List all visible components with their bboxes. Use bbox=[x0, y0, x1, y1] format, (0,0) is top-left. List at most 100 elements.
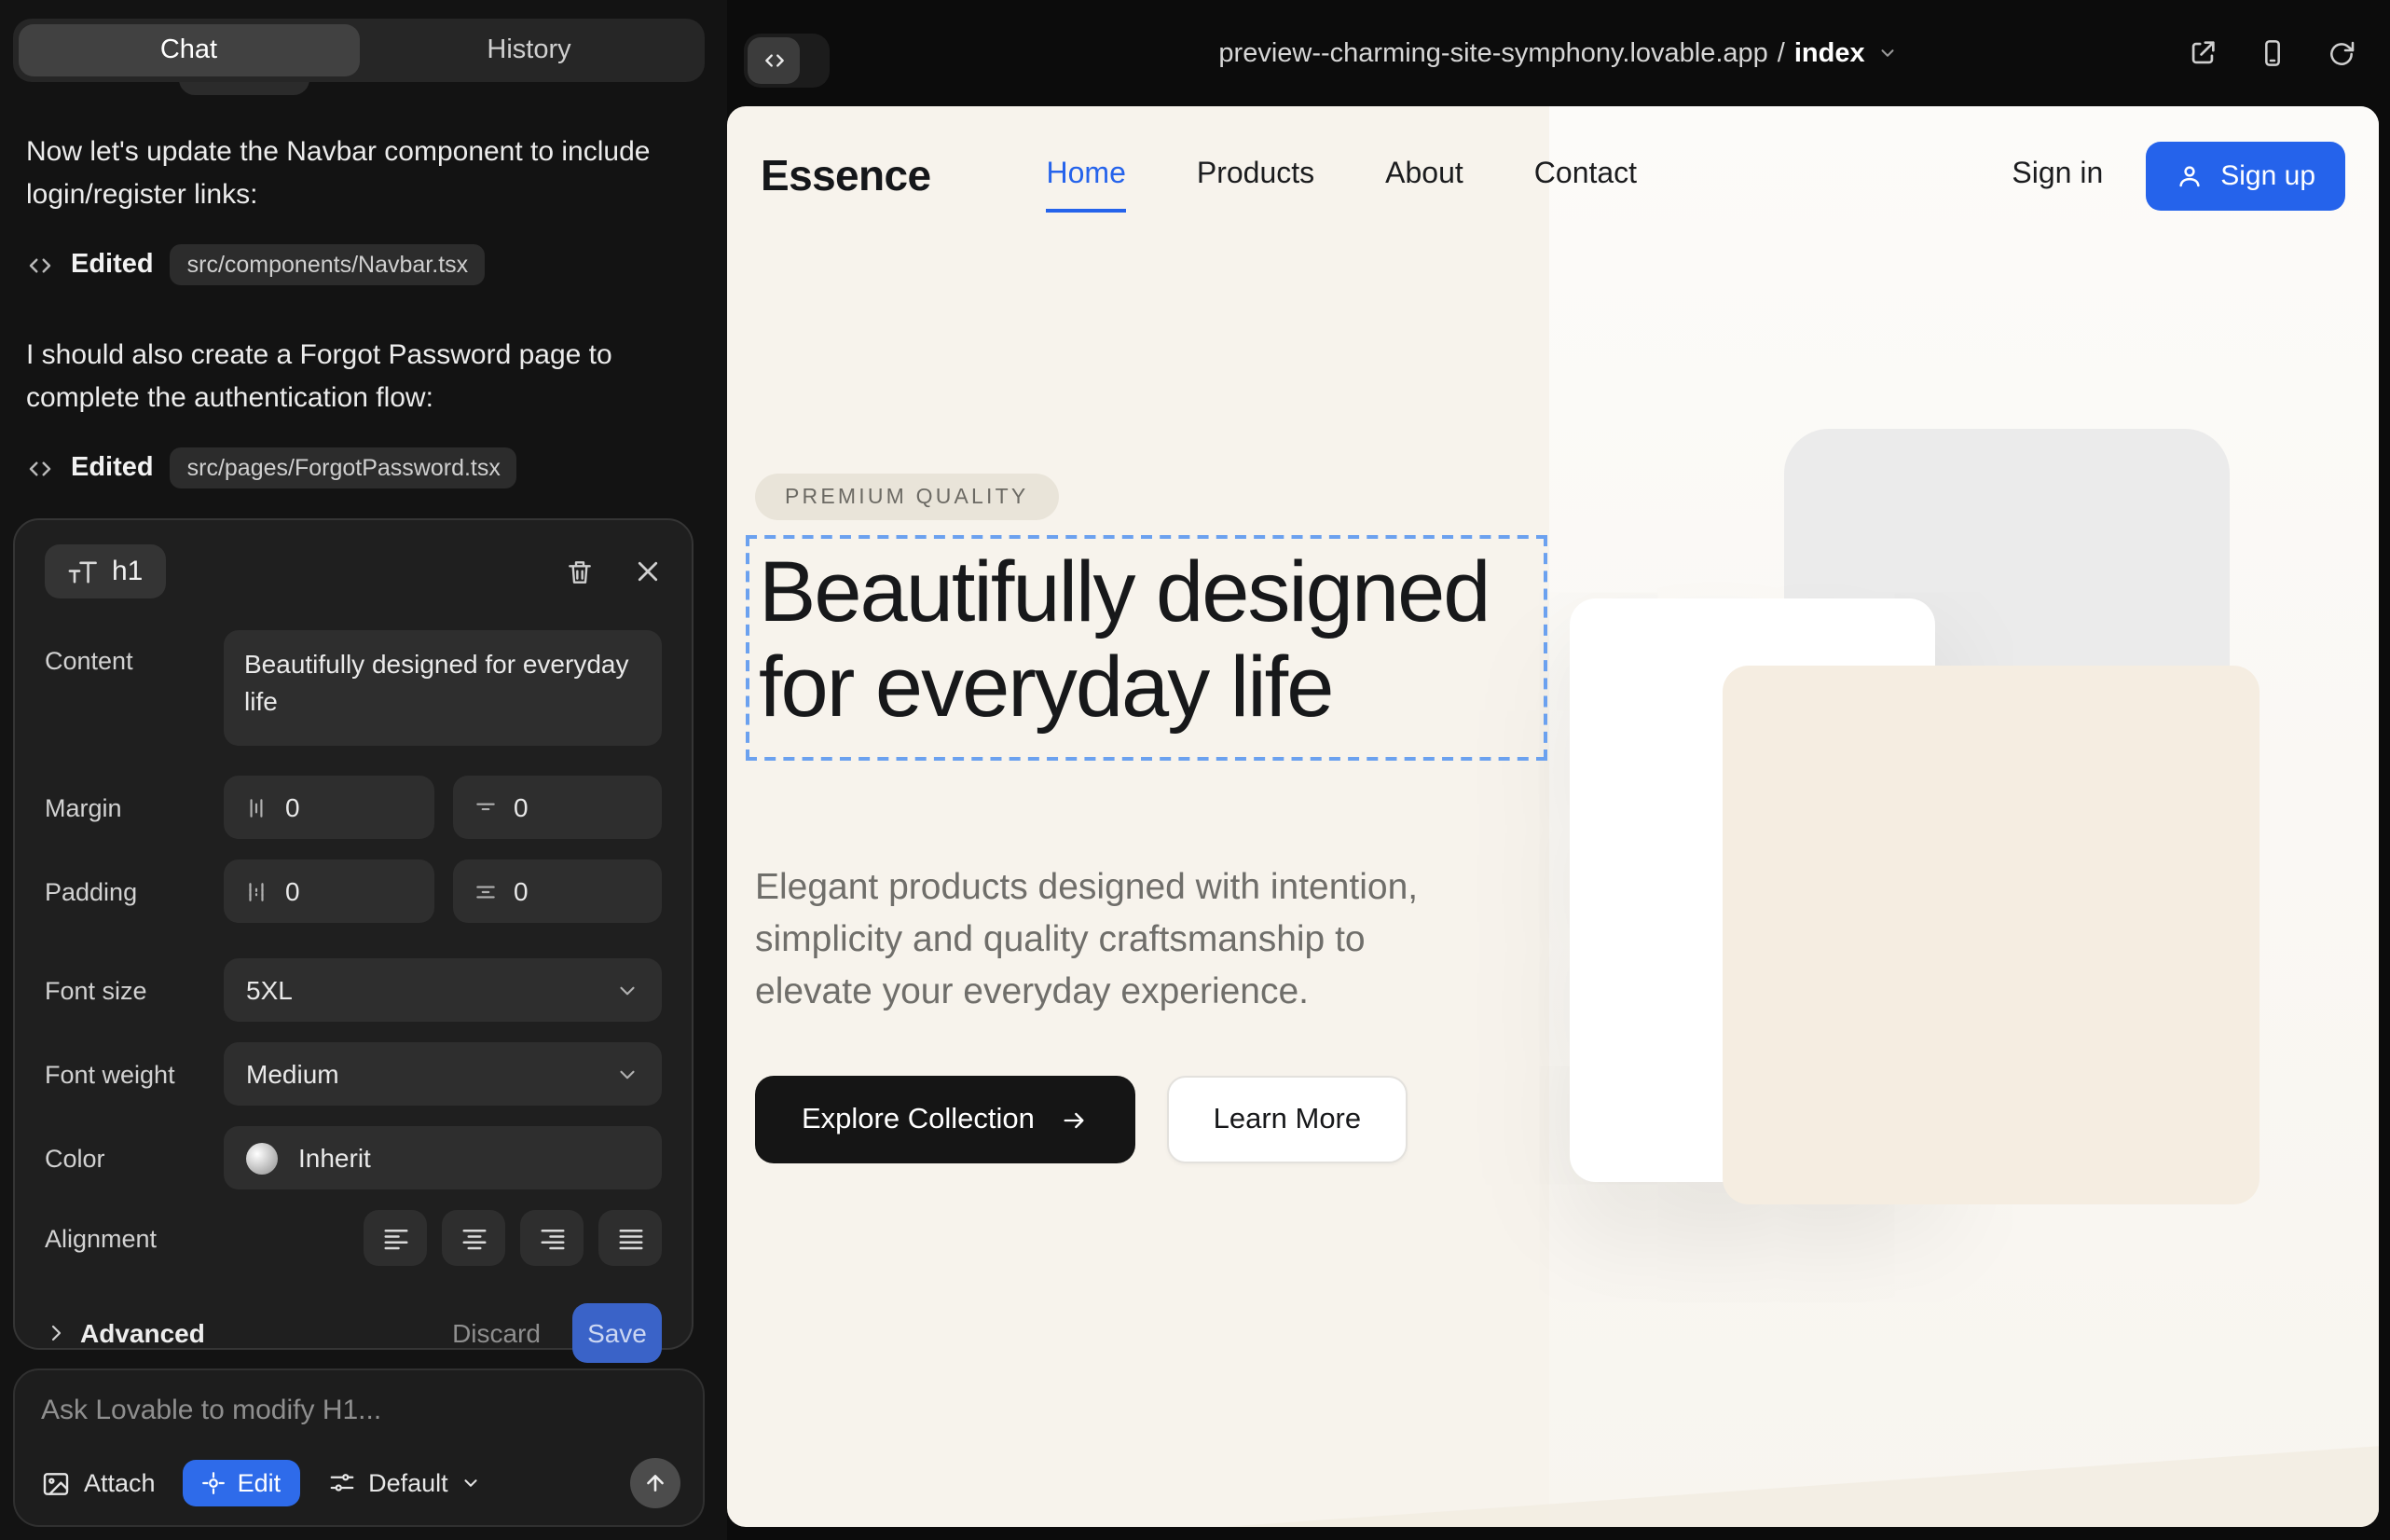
edited-file-row[interactable]: Edited src/pages/ForgotPassword.tsx bbox=[26, 447, 701, 488]
mobile-icon[interactable] bbox=[2258, 37, 2287, 69]
tab-history[interactable]: History bbox=[359, 24, 699, 76]
editor-header: h1 bbox=[45, 544, 662, 598]
edited-file-row[interactable]: Edited src/components/Navbar.tsx bbox=[26, 244, 701, 285]
nav-link-contact[interactable]: Contact bbox=[1534, 158, 1637, 192]
chevron-down-icon bbox=[1878, 43, 1899, 63]
explore-collection-label: Explore Collection bbox=[802, 1103, 1035, 1136]
code-icon bbox=[26, 251, 54, 279]
file-path-badge[interactable]: src/components/Navbar.tsx bbox=[171, 244, 486, 285]
align-left-icon bbox=[381, 1226, 409, 1250]
padding-label: Padding bbox=[45, 876, 224, 906]
attach-label: Attach bbox=[84, 1469, 156, 1497]
color-swatch bbox=[246, 1142, 278, 1174]
site-preview: Essence Home Products About Contact Sign… bbox=[727, 106, 2379, 1527]
padding-y-input[interactable]: 0 bbox=[452, 859, 662, 923]
learn-more-button[interactable]: Learn More bbox=[1167, 1076, 1408, 1163]
default-label: Default bbox=[368, 1469, 448, 1497]
font-size-row: Font size 5XL bbox=[45, 958, 662, 1022]
nav-link-about[interactable]: About bbox=[1385, 158, 1463, 192]
chat-composer: Attach Edit Default bbox=[13, 1368, 705, 1527]
edited-label: Edited bbox=[71, 250, 154, 280]
font-weight-select[interactable]: Medium bbox=[224, 1042, 662, 1106]
discard-button[interactable]: Discard bbox=[452, 1318, 541, 1348]
arrow-right-icon bbox=[1059, 1107, 1089, 1133]
content-label: Content bbox=[45, 630, 224, 675]
padding-y-value: 0 bbox=[514, 876, 529, 906]
refresh-icon[interactable] bbox=[2327, 38, 2356, 68]
padding-x-icon bbox=[244, 879, 268, 903]
align-center-button[interactable] bbox=[442, 1210, 505, 1266]
align-left-button[interactable] bbox=[364, 1210, 427, 1266]
sign-up-label: Sign up bbox=[2220, 159, 2315, 191]
file-path-badge[interactable]: src/pages/ForgotPassword.tsx bbox=[171, 447, 517, 488]
chat-messages: Now let's update the Navbar component to… bbox=[0, 82, 727, 488]
lovable-app: Chat History Now let's update the Navbar… bbox=[0, 0, 2390, 1540]
nav-links: Home Products About Contact bbox=[1047, 158, 1638, 192]
color-row: Color Inherit bbox=[45, 1126, 662, 1189]
send-button[interactable] bbox=[630, 1458, 680, 1508]
sliders-icon bbox=[327, 1469, 355, 1497]
margin-y-icon bbox=[473, 795, 497, 819]
url-separator: / bbox=[1778, 38, 1785, 68]
text-icon bbox=[67, 558, 97, 584]
nav-auth: Sign in Sign up bbox=[2012, 141, 2345, 210]
code-icon bbox=[26, 454, 54, 482]
image-icon bbox=[41, 1468, 71, 1498]
color-picker[interactable]: Inherit bbox=[224, 1126, 662, 1189]
padding-x-value: 0 bbox=[285, 876, 300, 906]
align-justify-icon bbox=[616, 1226, 644, 1250]
padding-x-input[interactable]: 0 bbox=[224, 859, 433, 923]
hero-heading[interactable]: Beautifully designed for everyday life bbox=[759, 544, 1544, 735]
model-selector[interactable]: Default bbox=[327, 1469, 482, 1497]
edit-label: Edit bbox=[238, 1469, 282, 1497]
preview-topbar: preview--charming-site-symphony.lovable.… bbox=[727, 0, 2390, 106]
content-input[interactable]: Beautifully designed for everyday life bbox=[224, 630, 662, 746]
hero-section: PREMIUM QUALITY Beautifully designed for… bbox=[727, 106, 2379, 1527]
chevron-down-icon bbox=[615, 978, 639, 1002]
site-navbar: Essence Home Products About Contact Sign… bbox=[727, 106, 2379, 244]
url-bar[interactable]: preview--charming-site-symphony.lovable.… bbox=[727, 0, 2390, 106]
preview-url: preview--charming-site-symphony.lovable.… bbox=[1218, 38, 1767, 68]
attach-button[interactable]: Attach bbox=[41, 1468, 156, 1498]
chat-history-tabs: Chat History bbox=[13, 19, 705, 82]
edit-target-icon bbox=[202, 1471, 227, 1495]
topbar-actions bbox=[2187, 0, 2356, 106]
nav-link-home[interactable]: Home bbox=[1047, 158, 1126, 192]
margin-y-input[interactable]: 0 bbox=[452, 776, 662, 839]
explore-collection-button[interactable]: Explore Collection bbox=[755, 1076, 1135, 1163]
align-right-button[interactable] bbox=[520, 1210, 584, 1266]
chevron-right-icon bbox=[45, 1322, 67, 1344]
align-justify-button[interactable] bbox=[598, 1210, 662, 1266]
tab-chat[interactable]: Chat bbox=[19, 24, 359, 76]
hero-ctas: Explore Collection Learn More bbox=[755, 1076, 1408, 1163]
margin-x-value: 0 bbox=[285, 792, 300, 822]
user-icon bbox=[2176, 161, 2204, 189]
chevron-down-icon bbox=[615, 1062, 639, 1086]
content-row: Content Beautifully designed for everyda… bbox=[45, 630, 662, 746]
color-label: Color bbox=[45, 1143, 224, 1173]
font-size-select[interactable]: 5XL bbox=[224, 958, 662, 1022]
hero-paragraph: Elegant products designed with intention… bbox=[755, 863, 1490, 1019]
assistant-message: Now let's update the Navbar component to… bbox=[26, 132, 690, 216]
sign-in-link[interactable]: Sign in bbox=[2012, 158, 2103, 192]
advanced-toggle[interactable]: Advanced bbox=[45, 1318, 205, 1348]
delete-element-button[interactable] bbox=[565, 557, 595, 586]
h1-selection-outline[interactable]: Beautifully designed for everyday life bbox=[746, 535, 1547, 761]
selected-element-tag[interactable]: h1 bbox=[45, 544, 165, 598]
close-editor-button[interactable] bbox=[634, 557, 662, 585]
edit-mode-button[interactable]: Edit bbox=[184, 1460, 300, 1506]
align-right-icon bbox=[538, 1226, 566, 1250]
nav-link-products[interactable]: Products bbox=[1197, 158, 1314, 192]
site-logo[interactable]: Essence bbox=[761, 150, 931, 200]
external-link-icon[interactable] bbox=[2187, 37, 2218, 69]
sign-up-button[interactable]: Sign up bbox=[2146, 141, 2345, 210]
tag-name: h1 bbox=[112, 556, 143, 587]
margin-x-input[interactable]: 0 bbox=[224, 776, 433, 839]
save-button[interactable]: Save bbox=[572, 1303, 662, 1363]
font-size-label: Font size bbox=[45, 975, 224, 1005]
margin-row: Margin 0 0 bbox=[45, 776, 662, 839]
chat-input[interactable] bbox=[41, 1395, 677, 1426]
padding-y-icon bbox=[473, 879, 497, 903]
margin-label: Margin bbox=[45, 792, 224, 822]
chevron-down-icon bbox=[461, 1473, 482, 1493]
